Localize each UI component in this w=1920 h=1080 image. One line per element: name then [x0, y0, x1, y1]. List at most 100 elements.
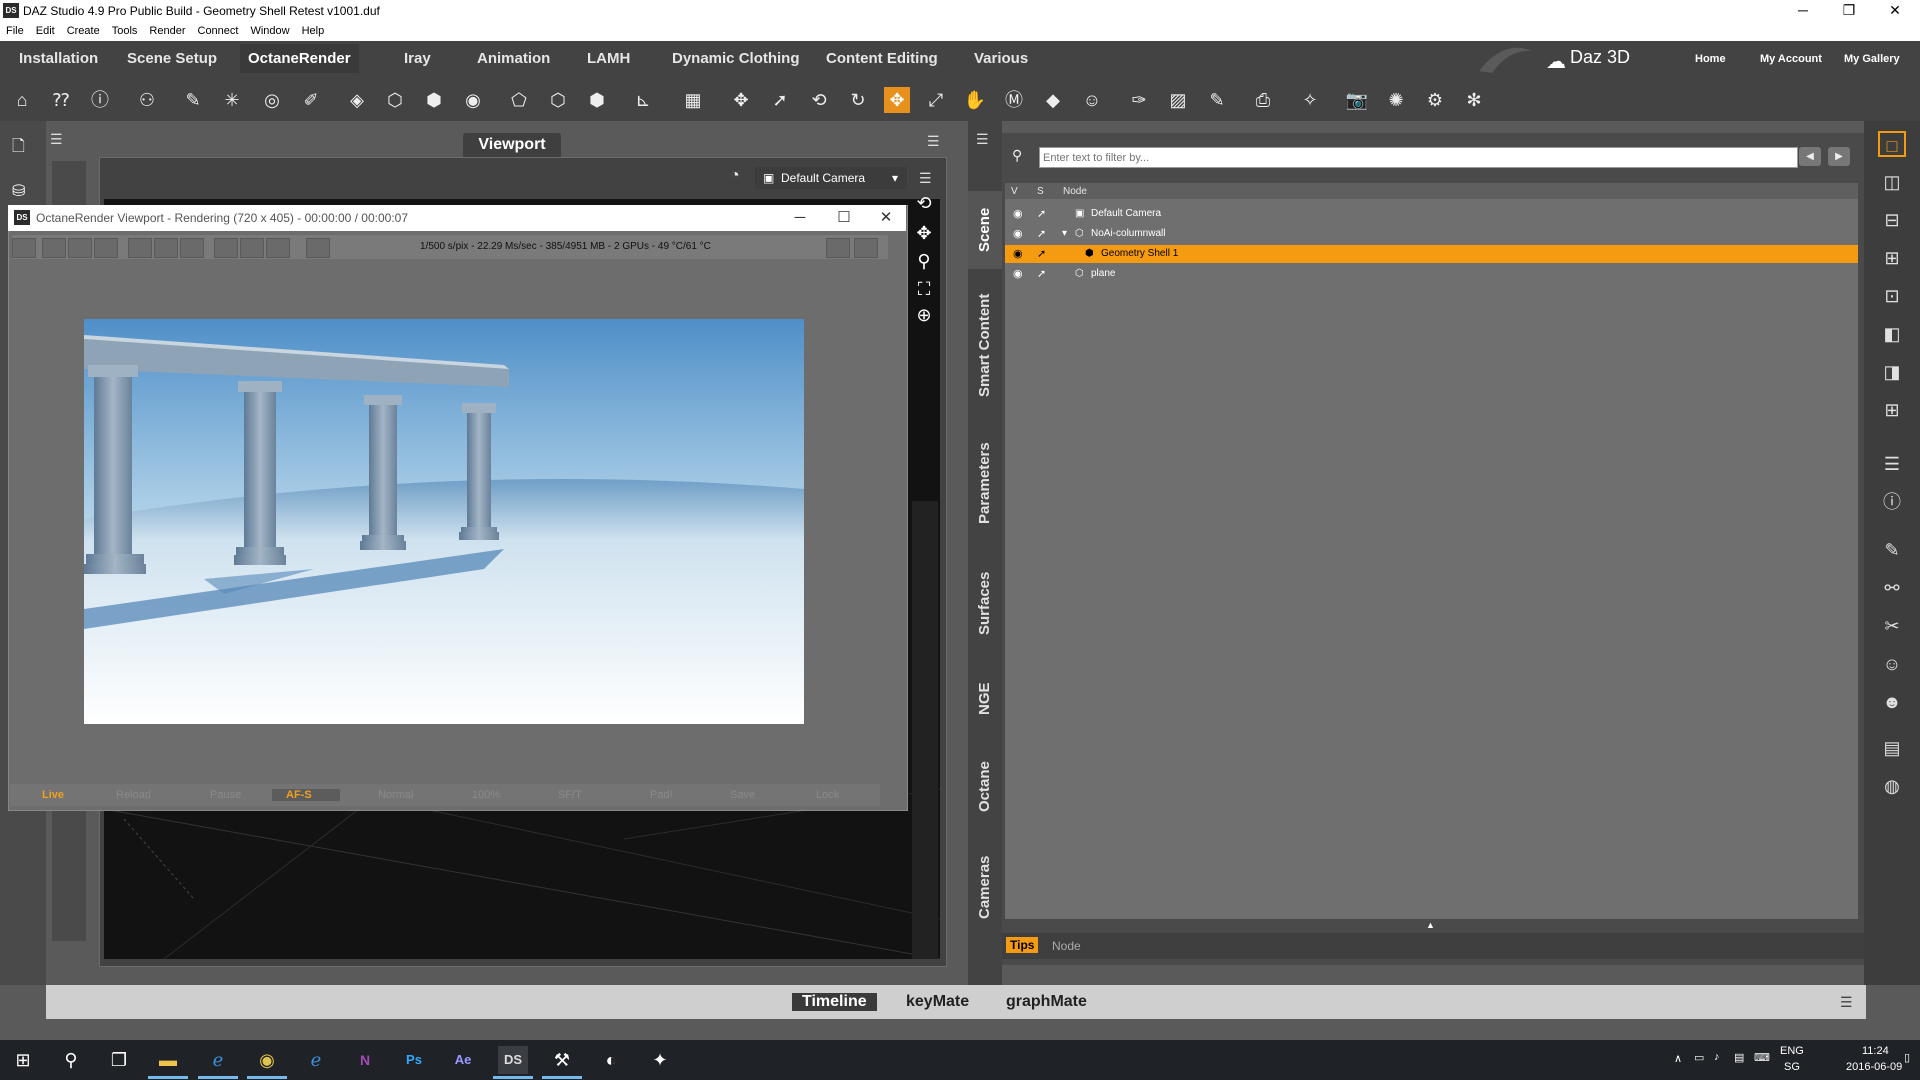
globe-icon[interactable]: ◍ [1878, 773, 1906, 799]
tab-surfaces[interactable]: Surfaces [968, 561, 1002, 645]
scene-node-row-selected[interactable]: ◉ ➚ ⬢ Geometry Shell 1 [1005, 245, 1858, 263]
primitive-icon[interactable]: ⬠ [506, 87, 532, 113]
octane-tool-button[interactable] [826, 238, 850, 258]
cube-add-icon[interactable]: ⬡ [382, 87, 408, 113]
minimize-button[interactable]: ─ [1780, 0, 1826, 22]
octane-tool-button[interactable] [94, 238, 118, 258]
zoom-icon[interactable]: ⚲ [910, 248, 938, 274]
pointer-icon[interactable]: ➚ [767, 87, 793, 113]
tab-parameters[interactable]: Parameters [968, 433, 1002, 533]
scene-node-row[interactable]: ◉ ➚ ⬡ plane [1005, 265, 1858, 283]
zoom-100-button[interactable]: 100% [472, 789, 500, 801]
duf-icon[interactable]: ✻ [1461, 87, 1487, 113]
tab-animation[interactable]: Animation [477, 50, 550, 67]
link-my-account[interactable]: My Account [1760, 53, 1822, 65]
restore-button[interactable]: ❐ [1826, 0, 1872, 22]
octane-tool-button[interactable] [306, 238, 330, 258]
column-visible[interactable]: V [1011, 186, 1018, 197]
tools-icon[interactable]: ✂ [1878, 613, 1906, 639]
keyboard-icon[interactable]: ⌨ [1754, 1051, 1770, 1064]
app-icon[interactable]: ✦ [645, 1046, 675, 1074]
pause-button[interactable]: Pause [210, 789, 241, 801]
node-weight-icon[interactable]: ✳ [219, 87, 245, 113]
tab-octane[interactable]: Octane [968, 749, 1002, 825]
translate-icon[interactable]: ✥ [884, 87, 910, 113]
menu-tools[interactable]: Tools [106, 22, 144, 37]
normal-button[interactable]: Normal [378, 789, 413, 801]
paint-icon[interactable]: ✑ [1126, 87, 1152, 113]
onenote-icon[interactable]: N [350, 1046, 380, 1074]
save-button[interactable]: Save [730, 789, 755, 801]
instance-icon[interactable]: ⬢ [584, 87, 610, 113]
brush-icon[interactable]: ✎ [1204, 87, 1230, 113]
photoshop-icon[interactable]: Ps [399, 1046, 429, 1074]
tips-tab[interactable]: Tips [1006, 937, 1039, 953]
grid-icon[interactable]: ▦ [680, 87, 706, 113]
octane-close-button[interactable]: ✕ [864, 205, 908, 231]
orbit-icon[interactable]: ⟲ [806, 87, 832, 113]
eye-icon[interactable]: ◉ [1013, 207, 1029, 221]
volume-icon[interactable]: ♪ [1714, 1051, 1720, 1063]
octane-minimize-button[interactable]: ─ [778, 205, 822, 231]
target-icon[interactable]: ◉ [460, 87, 486, 113]
frame-icon[interactable]: ⛶ [910, 276, 938, 302]
chevron-down-icon[interactable]: ▾ [1062, 228, 1067, 239]
octane-maximize-button[interactable]: ☐ [822, 205, 866, 231]
tab-timeline[interactable]: Timeline [792, 993, 877, 1011]
content-icon[interactable]: ⛁ [12, 181, 25, 201]
app-icon[interactable]: ⚒ [547, 1046, 577, 1074]
file-explorer-icon[interactable]: ▬ [153, 1046, 183, 1074]
menu-edit[interactable]: Edit [30, 22, 61, 37]
figure-icon[interactable]: ☺ [1878, 651, 1906, 677]
eye-icon[interactable]: ◉ [1013, 247, 1029, 261]
active-pose-icon[interactable]: ✋ [962, 87, 988, 113]
octane-tool-button[interactable] [180, 238, 204, 258]
notification-icon[interactable]: ▤ [1734, 1051, 1744, 1064]
info-icon[interactable]: ⓘ [1878, 489, 1906, 515]
layout-quad-icon[interactable]: ⊞ [1878, 397, 1906, 423]
bones-icon[interactable]: ⚯ [1878, 575, 1906, 601]
camera-selector[interactable]: ▣ Default Camera ▾ [755, 167, 907, 189]
daz-studio-taskbar-icon[interactable]: DS [498, 1046, 528, 1074]
layout-split-v-icon[interactable]: ◫ [1878, 169, 1906, 195]
chrome-icon[interactable]: ◉ [252, 1046, 282, 1074]
surface-selection-icon[interactable]: ✐ [298, 87, 324, 113]
octane-tool-button[interactable] [128, 238, 152, 258]
morph-icon[interactable]: Ⓜ [1001, 87, 1027, 113]
expand-up-icon[interactable]: ▲ [1426, 920, 1435, 930]
menu-help[interactable]: Help [296, 22, 331, 37]
internet-explorer-icon[interactable]: ℯ [203, 1046, 233, 1074]
tab-scene-setup[interactable]: Scene Setup [127, 50, 217, 67]
help-icon[interactable]: ⓘ [87, 87, 113, 113]
clock-time[interactable]: 11:24 [1862, 1045, 1889, 1057]
reload-button[interactable]: Reload [116, 789, 151, 801]
filter-forward-button[interactable]: ▶ [1828, 147, 1850, 166]
pane-menu-icon[interactable]: ☰ [976, 131, 989, 148]
cube-rotate-icon[interactable]: ⬢ [421, 87, 447, 113]
joint-editor-icon[interactable]: ✎ [180, 87, 206, 113]
layout-top-icon[interactable]: ⊡ [1878, 283, 1906, 309]
menu-create[interactable]: Create [61, 22, 106, 37]
eye-icon[interactable]: ◉ [1013, 227, 1029, 241]
render-settings-icon[interactable]: ✺ [1383, 87, 1409, 113]
layout-left-icon[interactable]: ◧ [1878, 321, 1906, 347]
viewport-tab[interactable]: Viewport [463, 133, 561, 157]
link-home[interactable]: Home [1695, 53, 1726, 65]
ruler-icon[interactable]: ⊾ [630, 87, 656, 113]
tab-nge[interactable]: NGE [968, 669, 1002, 729]
app-icon[interactable]: ◐ [596, 1046, 626, 1074]
menu-window[interactable]: Window [244, 22, 295, 37]
draw-style-icon[interactable]: ◔ [730, 167, 740, 185]
scale-icon[interactable]: ⤢ [923, 87, 949, 113]
edge-icon[interactable]: ℯ [301, 1046, 331, 1074]
render-gear-icon[interactable]: ⚙ [1422, 87, 1448, 113]
octane-render-image[interactable] [84, 319, 804, 724]
scene-node-row[interactable]: ◉ ➚ ▣ Default Camera [1005, 205, 1858, 223]
whats-this-icon[interactable]: ⁇ [48, 87, 74, 113]
tab-lamh[interactable]: LAMH [587, 50, 630, 67]
action-center-icon[interactable]: ▯ [1904, 1051, 1910, 1064]
filter-back-button[interactable]: ◀ [1799, 147, 1821, 166]
panel-menu-icon[interactable]: ☰ [50, 131, 63, 148]
search-icon[interactable]: ⚲ [56, 1046, 86, 1074]
viewport-menu-icon[interactable]: ☰ [927, 133, 940, 150]
